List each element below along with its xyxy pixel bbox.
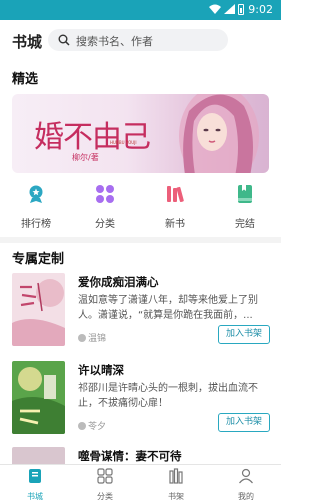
featured-section-title: 精选 <box>12 72 39 87</box>
tab-profile[interactable]: 我的 <box>221 468 271 500</box>
top-header: 书城 搜索书名、作者 <box>0 20 281 60</box>
tab-bookshelf-label: 书架 <box>168 492 184 500</box>
tab-bookstore[interactable]: 书城 <box>10 468 60 500</box>
book-cover <box>12 447 65 464</box>
grid-icon <box>96 185 114 203</box>
category-icon <box>97 468 113 484</box>
quick-nav: 排行榜 分类 新书 完结 <box>0 184 281 232</box>
book-title: 许以晴深 <box>78 363 124 377</box>
featured-banner[interactable]: 婚不由己 HUNBU YOUJI 柳尔/著 <box>12 94 269 173</box>
bookshelf-icon <box>169 468 183 484</box>
book-author: 苓夕 <box>78 419 106 432</box>
profile-icon <box>239 468 253 484</box>
clock: 9:02 <box>248 3 273 16</box>
nav-rank[interactable]: 排行榜 <box>6 184 66 230</box>
book-description: 祁邵川是许晴心头的一根刺，拔出血流不止，不拔痛彻心扉！ <box>78 383 258 409</box>
book-description: 温如意等了潇谨八年，却等来他爱上了别人。潇谨说，“就算是你跪在我面前，... <box>78 295 258 321</box>
nav-category[interactable]: 分类 <box>75 184 135 230</box>
tab-bookshelf[interactable]: 书架 <box>151 468 201 500</box>
book-cover <box>12 273 65 346</box>
tab-profile-label: 我的 <box>238 492 254 500</box>
author-icon <box>78 422 86 430</box>
nav-completed-label: 完结 <box>235 219 255 230</box>
banner-author: 柳尔/著 <box>72 153 99 162</box>
books-icon <box>167 186 184 203</box>
nav-rank-label: 排行榜 <box>21 219 51 230</box>
nav-category-label: 分类 <box>95 219 115 230</box>
add-to-shelf-button[interactable]: 加入书架 <box>218 325 270 344</box>
trophy-icon <box>29 185 43 203</box>
banner-subtitle: HUNBU YOUJI <box>110 140 137 145</box>
book-item[interactable]: 爱你成痴泪满心 温如意等了潇谨八年，却等来他爱上了别人。潇谨说，“就算是你跪在我… <box>12 273 272 355</box>
book-cover <box>12 361 65 434</box>
search-icon <box>58 34 70 46</box>
banner-title: 婚不由己 <box>34 120 151 155</box>
battery-icon <box>238 4 244 15</box>
bottom-tab-bar: 书城 分类 书架 我的 <box>0 464 281 500</box>
nav-completed[interactable]: 完结 <box>215 184 275 230</box>
banner-illustration <box>179 94 259 173</box>
book-item[interactable]: 许以晴深 祁邵川是许晴心头的一根刺，拔出血流不止，不拔痛彻心扉！ 苓夕 加入书架 <box>12 361 272 443</box>
book-title: 爱你成痴泪满心 <box>78 275 159 289</box>
book-item[interactable]: 噬骨谋情：妻不可待 <box>12 447 272 464</box>
tab-category[interactable]: 分类 <box>80 468 130 500</box>
book-author-name: 温锦 <box>88 334 107 344</box>
status-bar: 9:02 <box>0 0 281 20</box>
book-icon <box>238 185 252 203</box>
page-title: 书城 <box>12 33 43 51</box>
bookstore-icon <box>29 469 41 483</box>
book-title: 噬骨谋情：妻不可待 <box>78 449 182 463</box>
book-author-name: 苓夕 <box>88 422 107 432</box>
tab-category-label: 分类 <box>97 492 113 500</box>
section-divider <box>0 237 281 243</box>
search-input[interactable]: 搜索书名、作者 <box>48 29 228 51</box>
add-to-shelf-button[interactable]: 加入书架 <box>218 413 270 432</box>
custom-section-title: 专属定制 <box>12 252 65 267</box>
author-icon <box>78 334 86 342</box>
wifi-icon <box>209 4 221 14</box>
tab-bookstore-label: 书城 <box>27 492 43 500</box>
book-author: 温锦 <box>78 331 106 344</box>
signal-icon <box>224 4 235 14</box>
search-placeholder: 搜索书名、作者 <box>76 35 153 48</box>
nav-new[interactable]: 新书 <box>145 184 205 230</box>
nav-new-label: 新书 <box>165 219 185 230</box>
